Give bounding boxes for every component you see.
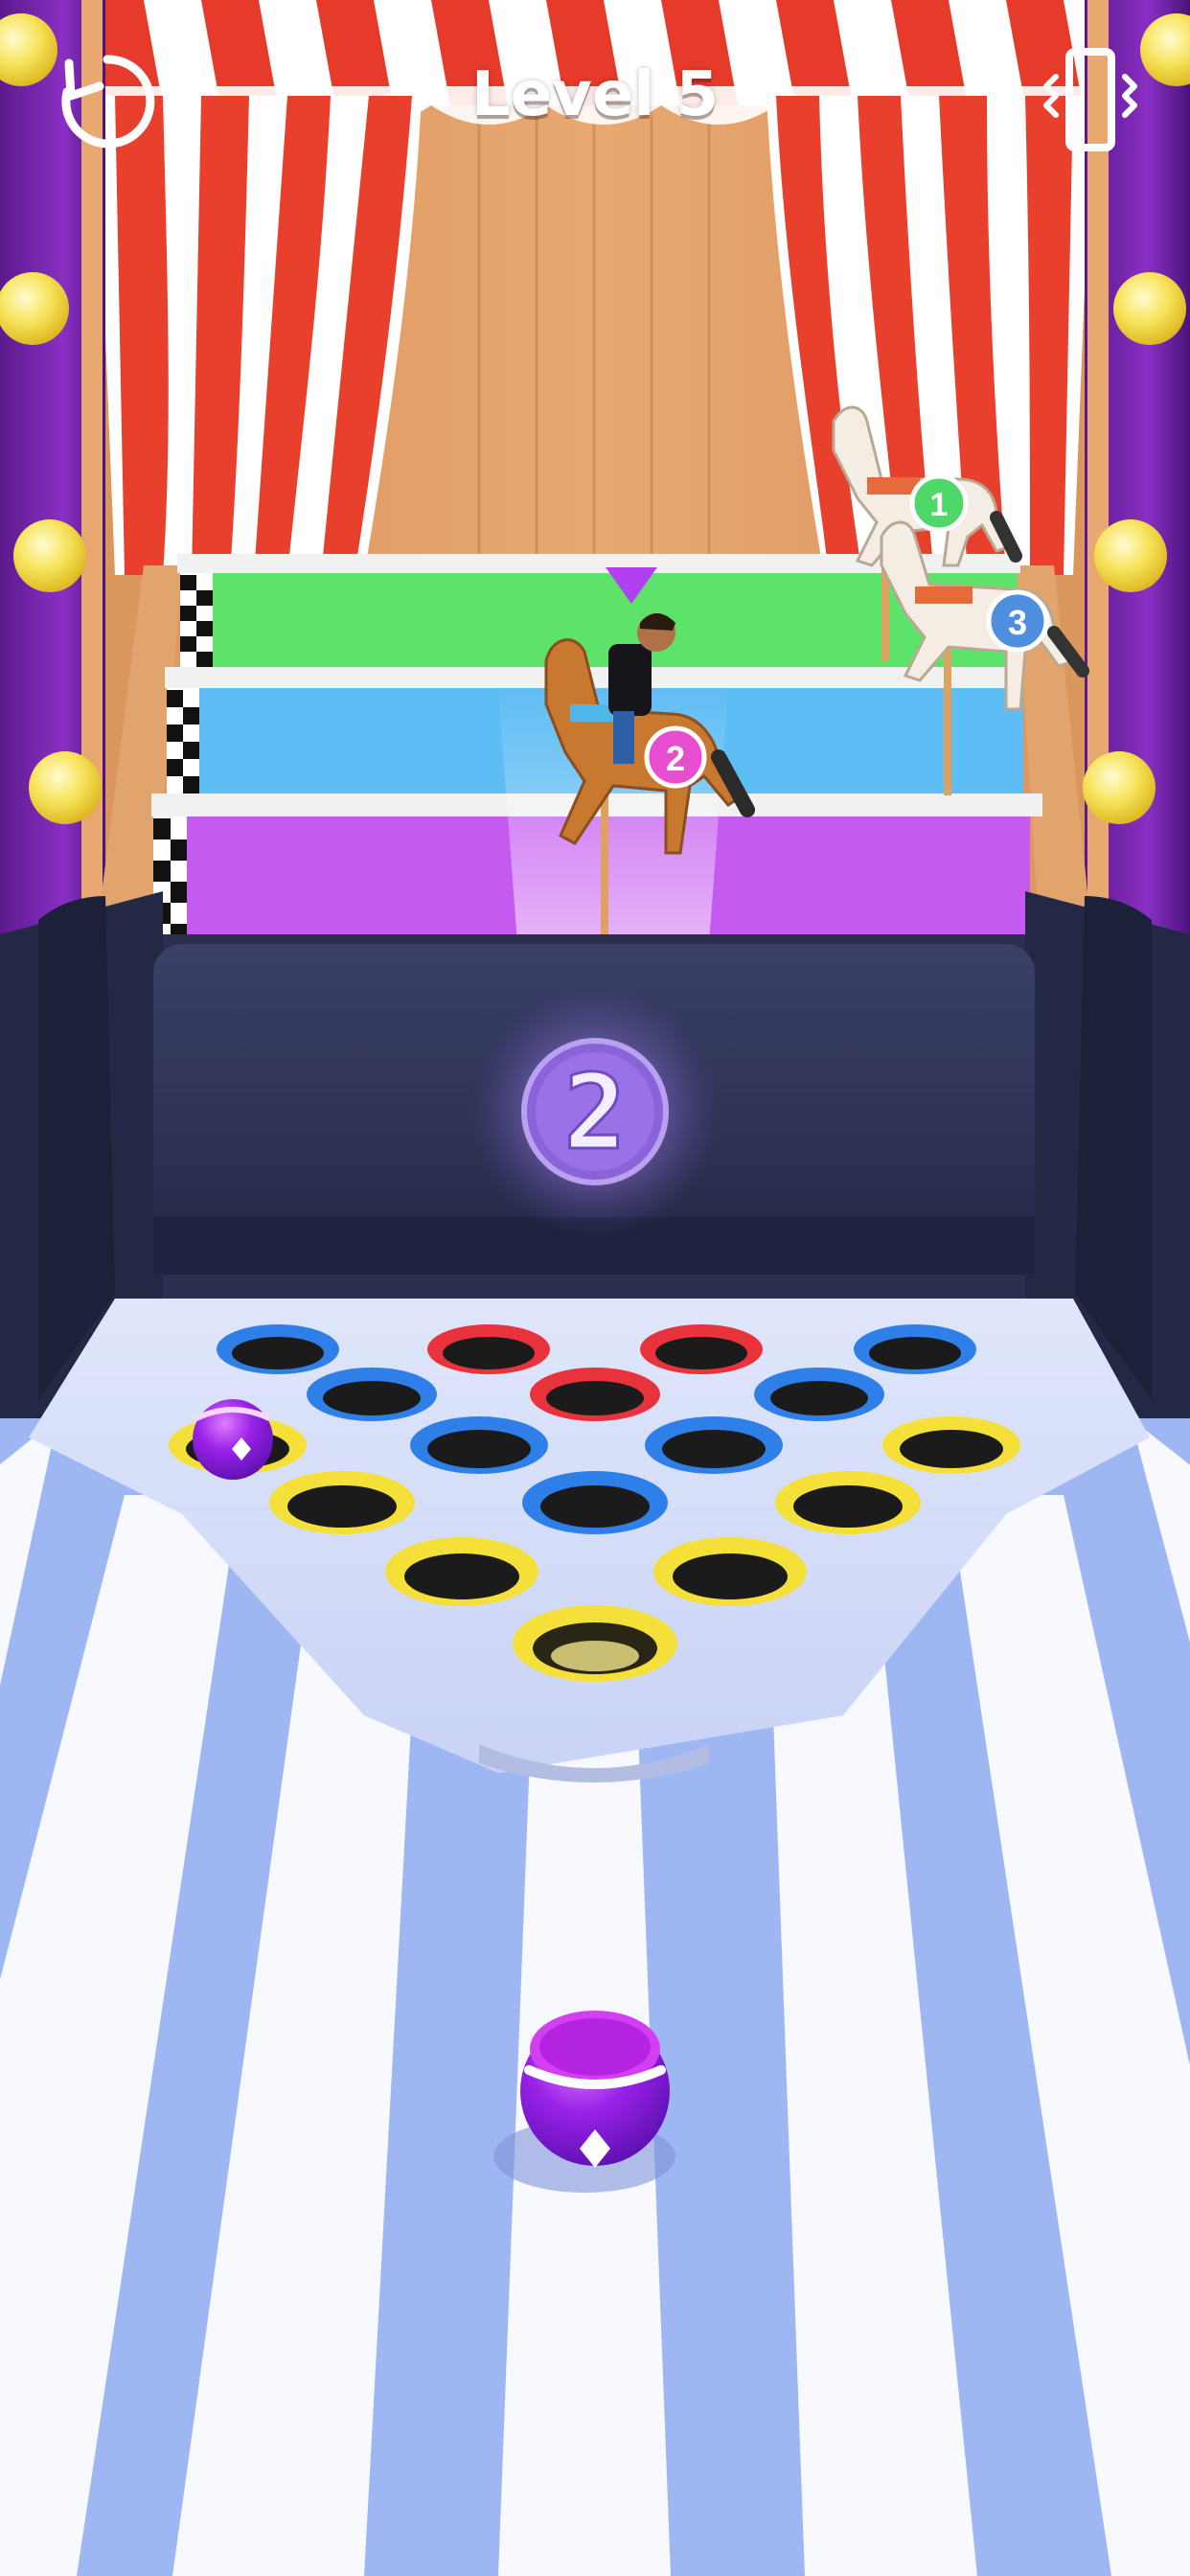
hole-blue[interactable]	[307, 1368, 437, 1421]
vibration-toggle-icon	[1043, 48, 1137, 151]
restart-button[interactable]	[50, 46, 165, 161]
hole-yellow[interactable]	[775, 1471, 921, 1534]
game-scene[interactable]: 1 3 2 2	[0, 0, 1190, 2576]
racer-number: 3	[1008, 603, 1027, 642]
score-counter: 2	[470, 987, 720, 1236]
vibration-toggle-button[interactable]	[1033, 42, 1148, 157]
bulb	[1113, 272, 1186, 345]
hole-red[interactable]	[640, 1324, 763, 1374]
ball-in-hole	[193, 1399, 273, 1480]
hole-yellow[interactable]	[882, 1416, 1020, 1474]
hole-yellow[interactable]	[385, 1537, 538, 1606]
bulb	[13, 519, 86, 592]
racer-number: 2	[666, 739, 685, 778]
hole-blue[interactable]	[410, 1416, 548, 1474]
bulb	[29, 751, 102, 824]
hole-blue[interactable]	[217, 1324, 339, 1374]
hole-yellow[interactable]	[269, 1471, 415, 1534]
hole-yellow[interactable]	[653, 1537, 807, 1606]
hole-blue[interactable]	[854, 1324, 976, 1374]
restart-icon	[61, 55, 155, 149]
hole-red[interactable]	[427, 1324, 550, 1374]
hole-yellow-target[interactable]	[513, 1605, 677, 1682]
bulb	[1094, 519, 1167, 592]
hole-red[interactable]	[530, 1368, 660, 1421]
counter-value: 2	[563, 1053, 626, 1173]
hole-blue[interactable]	[754, 1368, 884, 1421]
bulb	[1083, 751, 1156, 824]
curtain-left	[96, 96, 422, 575]
racer-number: 1	[930, 487, 949, 523]
hole-blue[interactable]	[645, 1416, 783, 1474]
hole-blue[interactable]	[522, 1471, 668, 1534]
